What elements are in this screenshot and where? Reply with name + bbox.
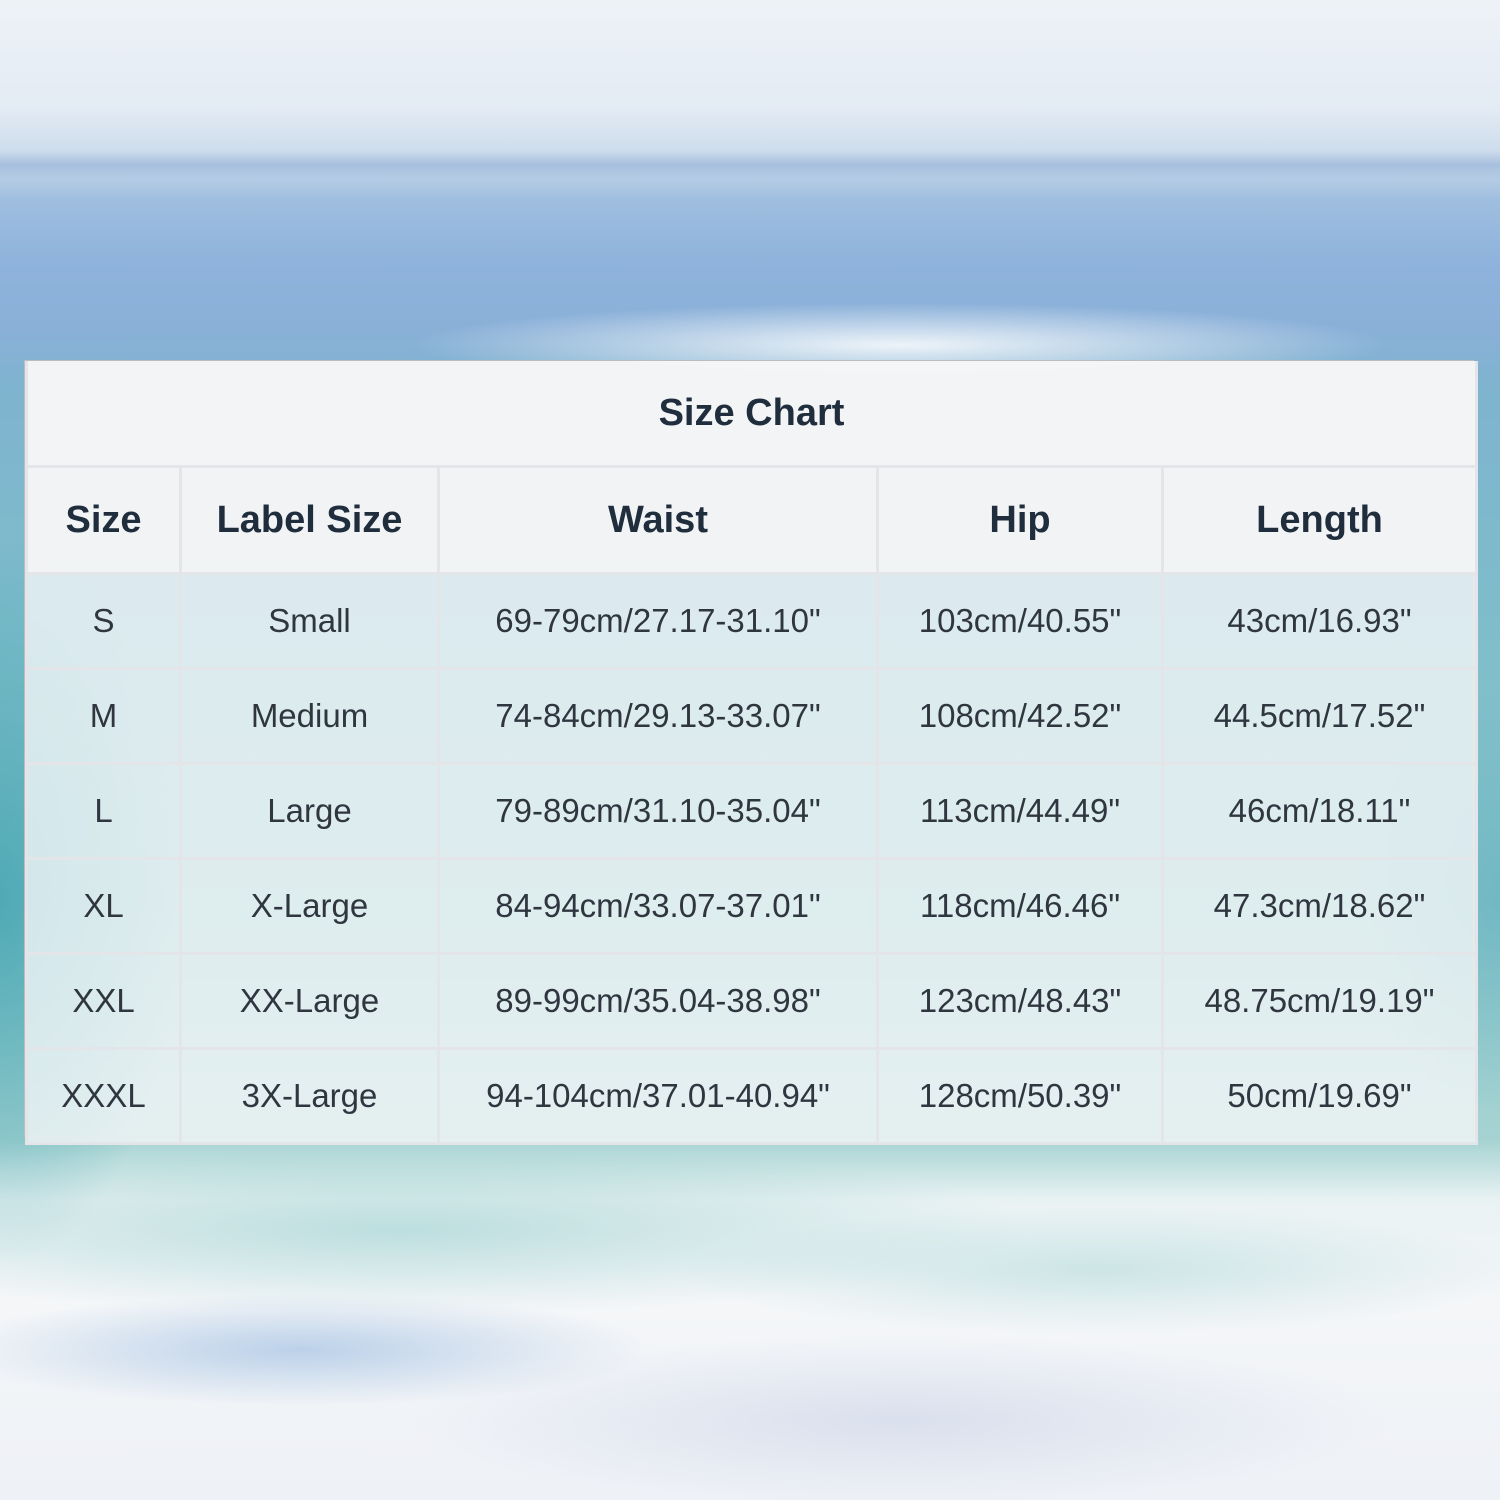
header-size: Size — [25, 465, 182, 575]
cell-waist: 84-94cm/33.07-37.01" — [437, 857, 879, 955]
cell-size: XXL — [25, 952, 182, 1050]
cell-length: 48.75cm/19.19" — [1161, 952, 1478, 1050]
cell-length: 43cm/16.93" — [1161, 572, 1478, 670]
header-label-size: Label Size — [179, 465, 440, 575]
cell-size: XXXL — [25, 1047, 182, 1145]
cell-label-size: X-Large — [179, 857, 440, 955]
cell-length: 46cm/18.11" — [1161, 762, 1478, 860]
cell-hip: 113cm/44.49" — [876, 762, 1164, 860]
cell-hip: 103cm/40.55" — [876, 572, 1164, 670]
header-length: Length — [1161, 465, 1478, 575]
header-row: Size Label Size Waist Hip Length — [25, 465, 1478, 575]
table-row: M Medium 74-84cm/29.13-33.07" 108cm/42.5… — [25, 667, 1478, 765]
cell-waist: 74-84cm/29.13-33.07" — [437, 667, 879, 765]
size-chart-panel: Size Chart Size Label Size Waist Hip Len… — [24, 360, 1478, 1145]
cell-waist: 89-99cm/35.04-38.98" — [437, 952, 879, 1050]
cell-waist: 69-79cm/27.17-31.10" — [437, 572, 879, 670]
table-title: Size Chart — [25, 361, 1478, 468]
size-chart-table: Size Chart Size Label Size Waist Hip Len… — [25, 361, 1478, 1145]
table-row: L Large 79-89cm/31.10-35.04" 113cm/44.49… — [25, 762, 1478, 860]
cell-waist: 79-89cm/31.10-35.04" — [437, 762, 879, 860]
cell-label-size: Small — [179, 572, 440, 670]
cell-label-size: Large — [179, 762, 440, 860]
header-waist: Waist — [437, 465, 879, 575]
table-row: XXL XX-Large 89-99cm/35.04-38.98" 123cm/… — [25, 952, 1478, 1050]
cell-length: 47.3cm/18.62" — [1161, 857, 1478, 955]
table-row: XL X-Large 84-94cm/33.07-37.01" 118cm/46… — [25, 857, 1478, 955]
title-row: Size Chart — [25, 361, 1478, 468]
cell-size: L — [25, 762, 182, 860]
cell-size: S — [25, 572, 182, 670]
cell-label-size: XX-Large — [179, 952, 440, 1050]
table-row: XXXL 3X-Large 94-104cm/37.01-40.94" 128c… — [25, 1047, 1478, 1145]
table-row: S Small 69-79cm/27.17-31.10" 103cm/40.55… — [25, 572, 1478, 670]
cell-hip: 108cm/42.52" — [876, 667, 1164, 765]
cell-hip: 128cm/50.39" — [876, 1047, 1164, 1145]
cell-length: 50cm/19.69" — [1161, 1047, 1478, 1145]
cell-hip: 123cm/48.43" — [876, 952, 1164, 1050]
header-hip: Hip — [876, 465, 1164, 575]
cell-size: XL — [25, 857, 182, 955]
cell-waist: 94-104cm/37.01-40.94" — [437, 1047, 879, 1145]
sea-horizon — [0, 150, 1500, 180]
cell-length: 44.5cm/17.52" — [1161, 667, 1478, 765]
cell-hip: 118cm/46.46" — [876, 857, 1164, 955]
cell-label-size: Medium — [179, 667, 440, 765]
cell-size: M — [25, 667, 182, 765]
cell-label-size: 3X-Large — [179, 1047, 440, 1145]
